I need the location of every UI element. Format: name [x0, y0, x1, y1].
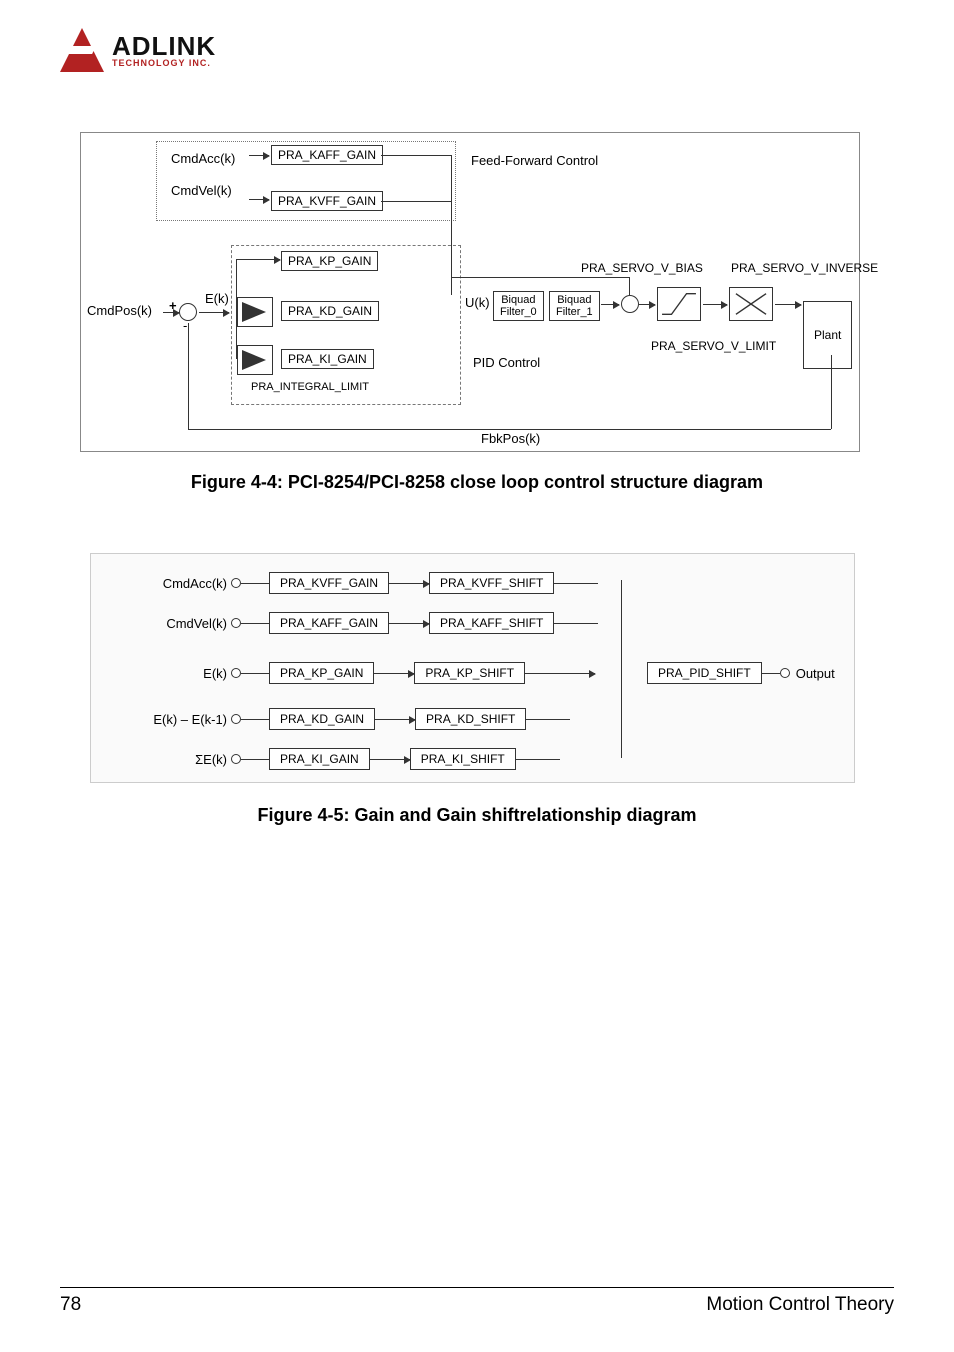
servo-bias-label: PRA_SERVO_V_BIAS — [581, 261, 703, 275]
gain-tri-icon — [237, 345, 273, 375]
servo-limit-label: PRA_SERVO_V_LIMIT — [651, 339, 776, 353]
cmd-vel-label: CmdVel(k) — [171, 183, 232, 198]
pid-shift-box: PRA_PID_SHIFT — [647, 662, 762, 684]
logo-text: ADLINK TECHNOLOGY INC. — [112, 33, 216, 68]
ki-gain-box: PRA_KI_GAIN — [281, 349, 374, 369]
cmd-acc-label: CmdAcc(k) — [171, 151, 235, 166]
d2-shift-3: PRA_KD_SHIFT — [415, 708, 526, 730]
d2-gain-4: PRA_KI_GAIN — [269, 748, 370, 770]
ek-label: E(k) — [205, 291, 229, 306]
arrow — [199, 312, 229, 313]
d2-shift-2: PRA_KP_SHIFT — [414, 662, 525, 684]
node-icon — [231, 578, 241, 588]
d2-in-0: CmdAcc(k) — [91, 576, 231, 591]
pid-control-label: PID Control — [473, 355, 540, 370]
d2-in-2: E(k) — [91, 666, 231, 681]
footer-rule — [60, 1287, 894, 1288]
line — [451, 277, 629, 278]
node-icon — [231, 754, 241, 764]
node-icon — [780, 668, 790, 678]
line — [236, 259, 237, 359]
kvff-gain-box: PRA_KVFF_GAIN — [271, 191, 383, 211]
inverse-block-icon — [729, 287, 773, 321]
d2-gain-3: PRA_KD_GAIN — [269, 708, 375, 730]
logo: ADLINK TECHNOLOGY INC. — [60, 28, 894, 72]
servo-inverse-label: PRA_SERVO_V_INVERSE — [731, 261, 878, 275]
line — [629, 277, 630, 295]
line — [381, 201, 451, 202]
arrow — [775, 304, 801, 305]
page-footer: 78 Motion Control Theory — [60, 1287, 894, 1316]
node-icon — [231, 668, 241, 678]
summing-junction-icon — [621, 295, 639, 313]
biquad0-box: Biquad Filter_0 — [493, 291, 544, 321]
d2-gain-2: PRA_KP_GAIN — [269, 662, 374, 684]
cmd-pos-label: CmdPos(k) — [87, 303, 152, 318]
d2-row-3: E(k) – E(k-1) PRA_KD_GAIN PRA_KD_SHIFT — [91, 708, 854, 730]
page-number: 78 — [60, 1294, 81, 1316]
arrow — [249, 155, 269, 156]
d2-shift-4: PRA_KI_SHIFT — [410, 748, 516, 770]
figure-4-4-caption: Figure 4-4: PCI-8254/PCI-8258 close loop… — [60, 472, 894, 493]
d2-row-0: CmdAcc(k) PRA_KVFF_GAIN PRA_KVFF_SHIFT — [91, 572, 854, 594]
kaff-gain-box: PRA_KAFF_GAIN — [271, 145, 383, 165]
figure-4-5-caption: Figure 4-5: Gain and Gain shiftrelations… — [60, 805, 894, 826]
fbk-pos-label: FbkPos(k) — [481, 431, 540, 446]
line — [451, 155, 452, 295]
kp-gain-box: PRA_KP_GAIN — [281, 251, 378, 271]
ff-control-label: Feed-Forward Control — [471, 153, 598, 168]
line — [831, 355, 832, 429]
arrow — [639, 304, 655, 305]
plant-box: Plant — [803, 301, 852, 369]
d2-in-1: CmdVel(k) — [91, 616, 231, 631]
d2-gain-0: PRA_KVFF_GAIN — [269, 572, 389, 594]
logo-triangle-icon — [60, 28, 104, 72]
logo-sub-text: TECHNOLOGY INC. — [112, 59, 216, 68]
close-loop-diagram: Feed-Forward Control CmdAcc(k) PRA_KAFF_… — [80, 132, 860, 452]
footer-title: Motion Control Theory — [706, 1294, 894, 1316]
d2-in-4: ΣE(k) — [91, 752, 231, 767]
arrow — [249, 199, 269, 200]
line — [188, 323, 189, 429]
arrow — [236, 259, 280, 260]
d2-in-3: E(k) – E(k-1) — [91, 712, 231, 727]
integral-limit-label: PRA_INTEGRAL_LIMIT — [251, 381, 369, 393]
arrow — [601, 304, 619, 305]
biquad1-box: Biquad Filter_1 — [549, 291, 600, 321]
d2-shift-0: PRA_KVFF_SHIFT — [429, 572, 554, 594]
d2-row-4: ΣE(k) PRA_KI_GAIN PRA_KI_SHIFT — [91, 748, 854, 770]
d2-shift-1: PRA_KAFF_SHIFT — [429, 612, 554, 634]
line — [381, 155, 451, 156]
uk-label: U(k) — [465, 295, 490, 310]
gain-tri-icon — [237, 297, 273, 327]
node-icon — [231, 714, 241, 724]
logo-main-text: ADLINK — [112, 33, 216, 59]
line — [188, 429, 831, 430]
gain-shift-diagram: CmdAcc(k) PRA_KVFF_GAIN PRA_KVFF_SHIFT C… — [90, 553, 855, 783]
sat-block-icon — [657, 287, 701, 321]
summing-junction-icon — [179, 303, 197, 321]
node-icon — [231, 618, 241, 628]
d2-row-1: CmdVel(k) PRA_KAFF_GAIN PRA_KAFF_SHIFT — [91, 612, 854, 634]
arrow — [703, 304, 727, 305]
d2-gain-1: PRA_KAFF_GAIN — [269, 612, 389, 634]
output-label: Output — [796, 666, 835, 681]
arrow — [163, 312, 179, 313]
kd-gain-box: PRA_KD_GAIN — [281, 301, 379, 321]
d2-output: PRA_PID_SHIFT Output — [647, 662, 835, 684]
